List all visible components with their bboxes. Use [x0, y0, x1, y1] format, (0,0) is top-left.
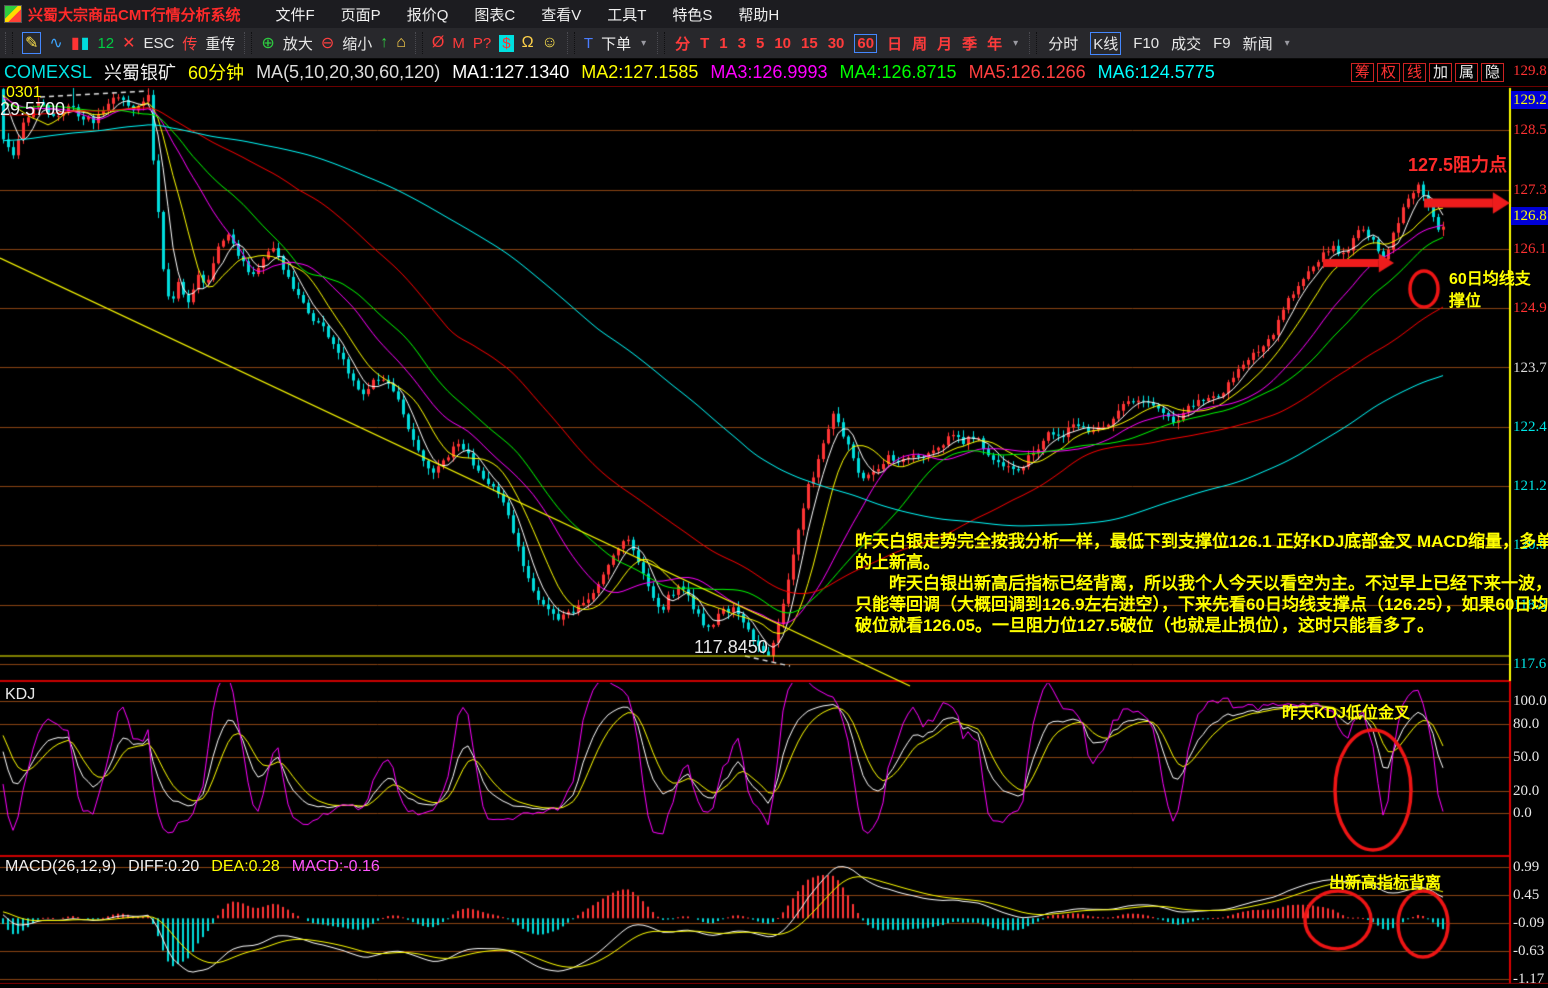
period-季[interactable]: 季 [962, 33, 977, 54]
period-30[interactable]: 30 [828, 35, 845, 52]
period-3[interactable]: 3 [738, 35, 746, 52]
period-年[interactable]: 年 [987, 33, 1002, 54]
order-t-flag[interactable]: T [584, 35, 593, 52]
menu-工具T[interactable]: 工具T [594, 4, 659, 25]
toolbar: ✎∿▮▮12✕ESC传重传⊕放大⊖缩小↑⌂ØMP?$Ω☺T下单▾分T135101… [0, 28, 1548, 59]
menu-帮助H[interactable]: 帮助H [725, 4, 792, 25]
symbol-name: 兴蜀银矿 [104, 59, 176, 85]
period-10[interactable]: 10 [774, 35, 791, 52]
period-5[interactable]: 5 [756, 35, 764, 52]
esc-button[interactable]: ESC [144, 35, 175, 52]
smiley-icon[interactable]: ☺ [542, 34, 558, 52]
price-query-button[interactable]: P? [473, 35, 491, 52]
ma-param-label: MA(5,10,20,30,60,120) [256, 62, 440, 83]
view-K线[interactable]: K线 [1090, 32, 1121, 55]
view-分时[interactable]: 分时 [1048, 33, 1078, 54]
ma-value: MA3:126.9993 [710, 62, 827, 83]
period-周[interactable]: 周 [912, 33, 927, 54]
view-dropdown-icon[interactable]: ▾ [1285, 38, 1290, 49]
menu-bar: 兴蜀大宗商品CMT行情分析系统 文件F页面P报价Q图表C查看V工具T特色S帮助H [0, 0, 1548, 29]
ma-value: MA1:127.1340 [452, 62, 569, 83]
twelve-button[interactable]: 12 [97, 35, 114, 52]
app-title: 兴蜀大宗商品CMT行情分析系统 [28, 4, 241, 25]
zoom-out-icon[interactable]: ⊖ [321, 33, 334, 53]
menu-页面P[interactable]: 页面P [328, 4, 394, 25]
close-icon[interactable]: ✕ [122, 33, 135, 53]
ma-value: MA4:126.8715 [839, 62, 956, 83]
period-15[interactable]: 15 [801, 35, 818, 52]
period-1[interactable]: 1 [719, 35, 727, 52]
menu-items: 文件F页面P报价Q图表C查看V工具T特色S帮助H [263, 4, 793, 25]
home-icon[interactable]: ⌂ [396, 34, 406, 52]
toolbar-separator [657, 32, 665, 54]
draw-pencil-icon[interactable]: ✎ [22, 32, 41, 54]
kline-style-icon[interactable]: ▮▮ [71, 33, 90, 53]
period-T[interactable]: T [700, 35, 709, 52]
view-新闻[interactable]: 新闻 [1243, 33, 1273, 54]
ma-value: MA5:126.1266 [969, 62, 1086, 83]
header-button-权[interactable]: 权 [1377, 63, 1400, 82]
menu-图表C[interactable]: 图表C [461, 4, 528, 25]
menu-文件F[interactable]: 文件F [263, 4, 328, 25]
retransmit-button[interactable]: 重传 [205, 33, 235, 54]
up-arrow-icon[interactable]: ↑ [380, 34, 388, 52]
header-button-加[interactable]: 加 [1429, 63, 1452, 82]
symbol-header: COMEXSL 兴蜀银矿 60分钟 MA(5,10,20,30,60,120) … [0, 58, 1548, 87]
period-dropdown-icon[interactable]: ▾ [1013, 38, 1018, 49]
toolbar-separator [5, 32, 13, 54]
zoom-out-button[interactable]: 缩小 [342, 33, 372, 54]
bell-icon[interactable]: Ω [522, 34, 534, 52]
symbol-code: COMEXSL [4, 62, 92, 83]
chart-canvas[interactable] [0, 0, 1548, 984]
toolbar-separator [415, 32, 423, 54]
header-button-属[interactable]: 属 [1455, 63, 1478, 82]
dollar-icon[interactable]: $ [499, 35, 513, 52]
toolbar-separator [244, 32, 252, 54]
toolbar-separator [567, 32, 575, 54]
period-分[interactable]: 分 [675, 33, 690, 54]
ma-value: MA2:127.1585 [581, 62, 698, 83]
view-F9[interactable]: F9 [1213, 35, 1231, 52]
retransmit-flag[interactable]: 传 [182, 33, 197, 54]
no-entry-icon[interactable]: Ø [432, 34, 444, 52]
period-60[interactable]: 60 [854, 34, 877, 53]
menu-报价Q[interactable]: 报价Q [394, 4, 462, 25]
period-日[interactable]: 日 [887, 33, 902, 54]
view-成交[interactable]: 成交 [1171, 33, 1201, 54]
menu-特色S[interactable]: 特色S [659, 4, 725, 25]
view-F10[interactable]: F10 [1133, 35, 1159, 52]
place-order-button[interactable]: 下单 [601, 33, 631, 54]
header-button-线[interactable]: 线 [1403, 63, 1426, 82]
header-button-隐[interactable]: 隐 [1481, 63, 1504, 82]
symbol-period: 60分钟 [188, 59, 244, 85]
ma-value: MA6:124.5775 [1098, 62, 1215, 83]
order-dropdown-icon[interactable]: ▾ [641, 38, 646, 49]
zoom-in-icon[interactable]: ⊕ [261, 33, 274, 53]
header-buttons: 筹权线加属隐 [1348, 63, 1504, 82]
zoom-in-button[interactable]: 放大 [283, 33, 313, 54]
toolbar-separator [1029, 32, 1037, 54]
header-button-筹[interactable]: 筹 [1351, 63, 1374, 82]
app-icon [4, 5, 22, 23]
find-icon[interactable]: M [452, 35, 465, 52]
period-月[interactable]: 月 [937, 33, 952, 54]
menu-查看V[interactable]: 查看V [528, 4, 594, 25]
trend-lines-icon[interactable]: ∿ [49, 33, 62, 53]
ma-values: MA1:127.1340 MA2:127.1585 MA3:126.9993 MA4:… [440, 62, 1215, 83]
